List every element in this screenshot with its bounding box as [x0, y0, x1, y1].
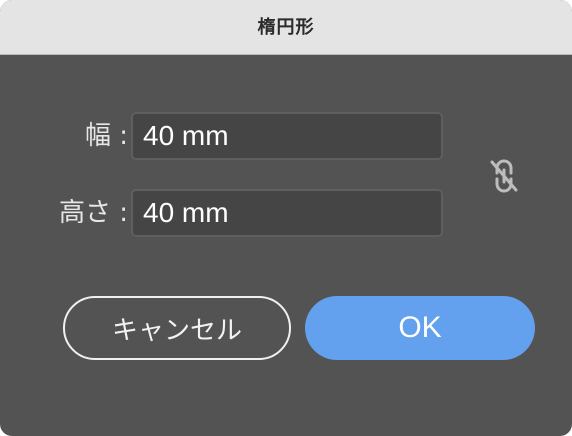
- width-row: 幅 :: [0, 112, 450, 160]
- ellipse-dialog: 楕円形 幅 : 高さ : キャンセル OK: [0, 0, 572, 436]
- unlink-icon: [490, 159, 518, 193]
- constrain-proportions-toggle[interactable]: [484, 154, 524, 198]
- height-input[interactable]: [131, 189, 443, 237]
- height-label: 高さ :: [58, 198, 128, 228]
- height-row: 高さ :: [0, 189, 450, 237]
- dialog-title: 楕円形: [257, 16, 315, 38]
- width-input[interactable]: [131, 112, 443, 160]
- dialog-titlebar[interactable]: 楕円形: [0, 0, 572, 55]
- cancel-button[interactable]: キャンセル: [63, 296, 291, 360]
- ok-button[interactable]: OK: [305, 296, 535, 360]
- width-label: 幅 :: [84, 121, 128, 151]
